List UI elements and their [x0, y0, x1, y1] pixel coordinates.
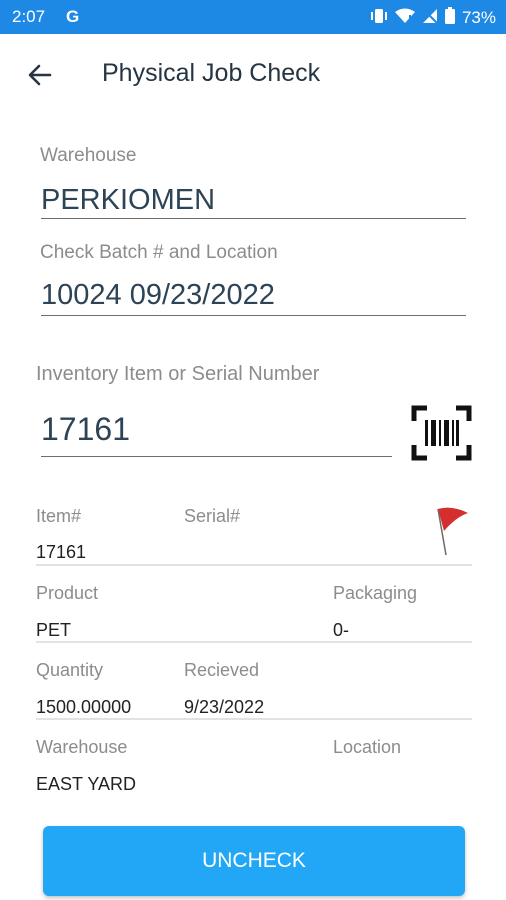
quantity-label: Quantity [36, 660, 104, 680]
batch-underline [41, 315, 466, 316]
battery-percent: 73% [461, 8, 496, 27]
received-value: 9/23/2022 [184, 697, 265, 717]
inventory-item-label: Inventory Item or Serial Number [36, 363, 320, 385]
wifi-icon [394, 8, 415, 29]
google-icon: G [66, 7, 80, 26]
warehouse-field[interactable]: PERKIOMEN [41, 184, 215, 217]
packaging-label: Packaging [333, 583, 418, 603]
detail-warehouse-value: EAST YARD [36, 774, 137, 794]
item-number-label: Item# [36, 506, 82, 526]
status-bar: 2:07 G 73% [0, 0, 506, 34]
divider [36, 564, 472, 566]
warehouse-underline [41, 218, 466, 219]
status-icons: 73% [370, 7, 496, 29]
page-title: Physical Job Check [102, 59, 321, 87]
status-time: 2:07 [12, 7, 46, 26]
barcode-scan-icon[interactable] [411, 405, 472, 461]
product-label: Product [36, 583, 99, 603]
detail-warehouse-label: Warehouse [36, 737, 128, 757]
divider [36, 718, 472, 720]
divider [36, 641, 472, 643]
batch-label: Check Batch # and Location [40, 242, 278, 263]
vibrate-icon [370, 8, 388, 29]
packaging-value: 0- [333, 620, 350, 640]
quantity-value: 1500.00000 [36, 697, 132, 717]
app-bar: Physical Job Check [0, 34, 506, 116]
inventory-item-underline [41, 456, 392, 457]
batch-field[interactable]: 10024 09/23/2022 [41, 279, 275, 312]
received-label: Recieved [184, 660, 260, 680]
warehouse-label: Warehouse [40, 145, 137, 166]
item-number-value: 17161 [36, 542, 87, 562]
back-arrow-icon[interactable] [22, 58, 58, 94]
flag-icon[interactable] [434, 505, 472, 557]
product-value: PET [36, 620, 72, 640]
inventory-item-input[interactable]: 17161 [41, 411, 130, 448]
no-signal-icon [422, 7, 438, 29]
serial-number-label: Serial# [184, 506, 241, 526]
location-label: Location [333, 737, 402, 757]
uncheck-button[interactable]: UNCHECK [43, 826, 465, 896]
battery-icon [444, 7, 455, 29]
